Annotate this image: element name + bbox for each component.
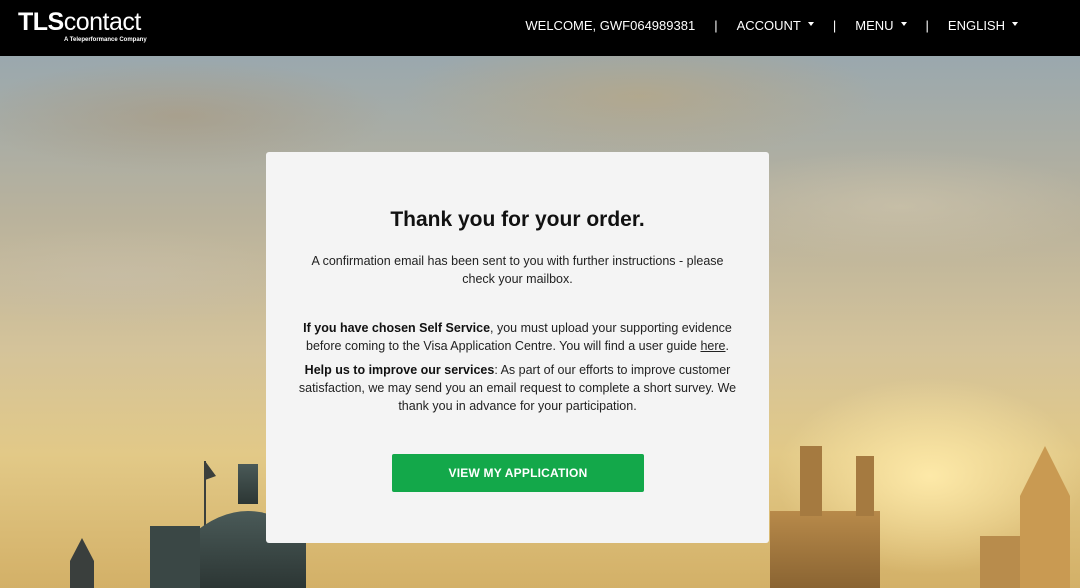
view-my-application-button[interactable]: VIEW MY APPLICATION — [392, 454, 644, 492]
confirmation-message: A confirmation email has been sent to yo… — [311, 254, 724, 286]
main-menu[interactable]: MENU — [855, 17, 907, 33]
nav-separator: | — [832, 17, 837, 33]
order-confirmation-card: Thank you for your order. A confirmation… — [266, 152, 769, 543]
header-nav: WELCOME, GWF064989381 | ACCOUNT | MENU |… — [525, 0, 1018, 50]
menu-label: MENU — [855, 17, 894, 33]
caret-down-icon — [1012, 22, 1018, 26]
account-menu[interactable]: ACCOUNT — [737, 18, 814, 33]
self-service-heading: If you have chosen Self Service — [303, 321, 491, 335]
user-guide-link[interactable]: here — [700, 339, 725, 353]
welcome-user-text: WELCOME, GWF064989381 — [525, 17, 696, 33]
top-navigation-bar: TLScontact A Teleperformance Company WEL… — [0, 0, 1080, 56]
improve-services-notice: Help us to improve our services: As part… — [288, 361, 747, 415]
logo-wordmark: TLScontact — [18, 8, 141, 36]
self-service-end: . — [725, 339, 729, 353]
nav-separator: | — [714, 17, 718, 33]
improve-services-heading: Help us to improve our services — [304, 363, 495, 377]
page-title: Thank you for your order. — [390, 208, 645, 231]
logo-tagline: A Teleperformance Company — [64, 37, 147, 43]
language-label: ENGLISH — [947, 17, 1005, 33]
language-selector[interactable]: ENGLISH — [948, 18, 1018, 33]
tlscontact-logo[interactable]: TLScontact A Teleperformance Company — [18, 8, 147, 43]
account-label: ACCOUNT — [736, 17, 801, 33]
self-service-notice: If you have chosen Self Service, you mus… — [288, 319, 747, 355]
nav-separator: | — [925, 17, 929, 33]
